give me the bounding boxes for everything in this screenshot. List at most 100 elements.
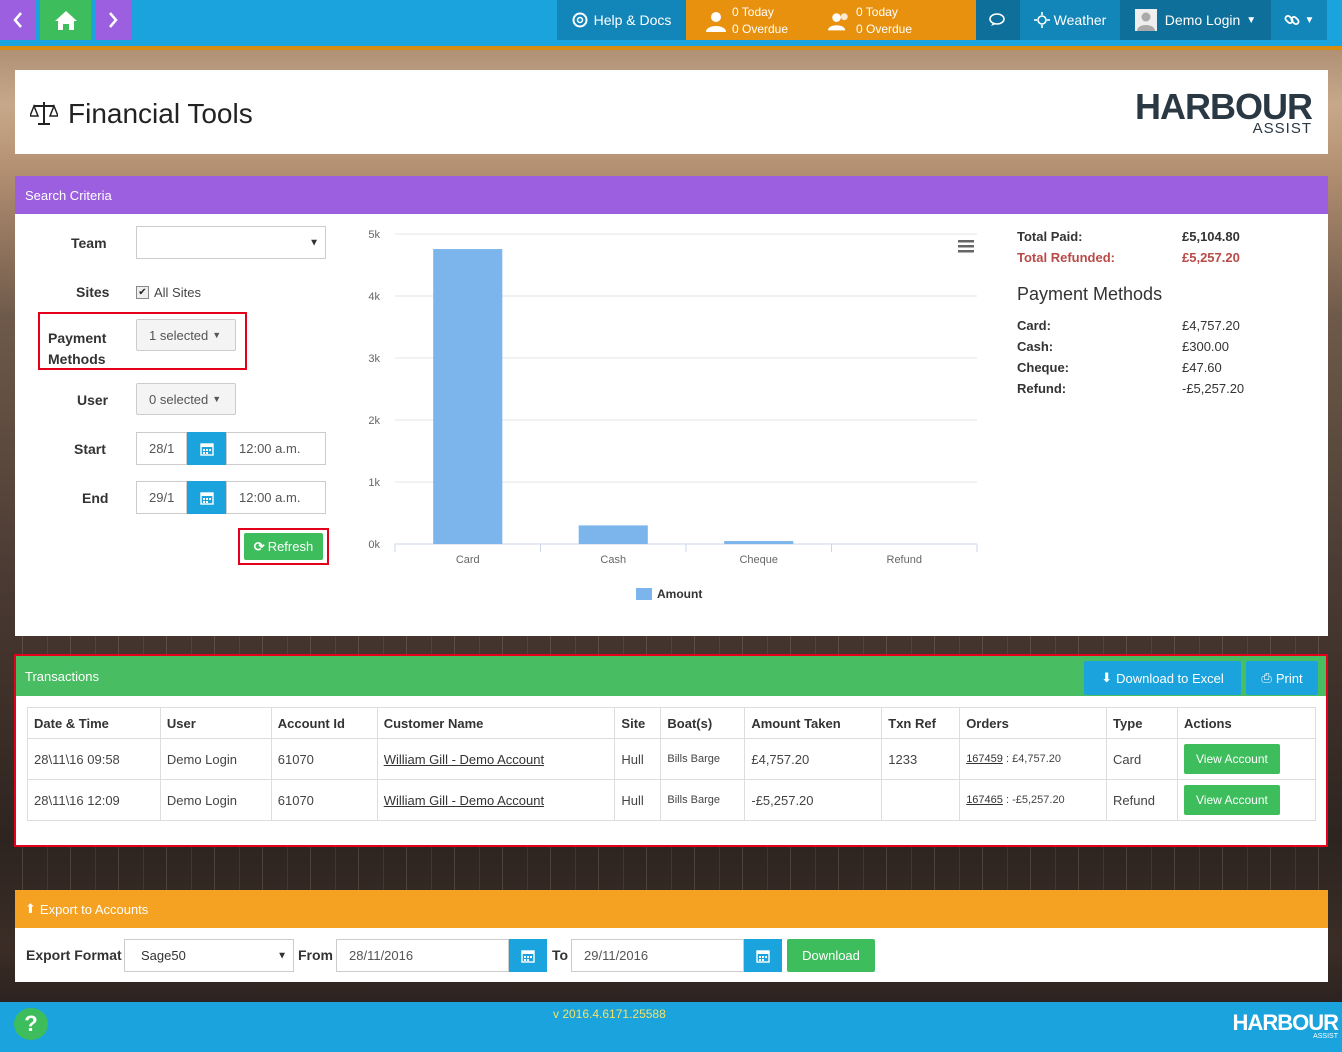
to-label: To [552,947,569,963]
total-refunded-value: £5,257.20 [1182,250,1240,265]
refresh-button[interactable]: ⟳ Refresh [244,533,323,560]
logo-main-text: HARBOUR [1135,86,1313,127]
calendar-icon [199,442,214,456]
caret-down-icon: ▼ [1246,14,1257,26]
refresh-label: Refresh [267,539,314,554]
x-tick-label: Card [456,554,480,566]
caret-down-icon: ▼ [212,394,222,404]
start-time-value: 12:00 a.m. [239,441,301,456]
export-icon: ⬆ [25,901,36,916]
all-sites-option: ✔ All Sites [136,285,201,300]
link-icon [1284,15,1300,25]
bar-card[interactable] [433,249,503,545]
payment-label-line1: Payment [48,330,107,346]
chevron-left-icon [13,12,22,28]
team-select[interactable]: ▼ [136,226,326,259]
legend-label: Amount [657,587,702,601]
payment-label-line2: Methods [48,351,106,367]
from-label: From [298,947,333,963]
method-card-label: Card: [1017,318,1051,333]
end-time-input[interactable]: 12:00 a.m. [226,481,326,514]
calendar-icon [521,949,535,963]
caret-down-icon: ▼ [212,330,222,340]
user-menu[interactable]: Demo Login ▼ [1120,0,1271,40]
method-cheque-value: £47.60 [1182,360,1222,375]
end-time-value: 12:00 a.m. [239,490,301,505]
method-cheque-label: Cheque: [1017,360,1069,375]
balance-scale-icon [30,102,58,125]
sun-icon [1033,12,1050,28]
back-button[interactable] [0,0,36,40]
total-paid-label: Total Paid: [1017,229,1083,244]
bar-cheque[interactable] [724,541,794,544]
total-paid-value: £5,104.80 [1182,229,1240,244]
chat-icon [989,13,1005,26]
from-date-input[interactable]: 28/11/2016 [336,939,509,972]
harbour-logo: HARBOUR ASSIST [1135,86,1313,138]
user-dropdown-value: 0 selected [149,391,209,407]
caret-down-icon: ▼ [309,237,319,248]
team-tasks[interactable]: 0 Today 0 Overdue [828,4,912,38]
chart-legend[interactable]: Amount [636,587,702,601]
payment-methods-dropdown[interactable]: 1 selected ▼ [136,319,236,351]
search-criteria-header: Search Criteria [15,176,1328,214]
export-format-value: Sage50 [141,948,186,963]
to-date-calendar-button[interactable] [744,939,782,972]
payment-chart: 0k 1k 2k 3k 4k 5k Card Cash Cheque Refund Amount [368,229,978,601]
user-label: User [77,392,109,408]
start-date-calendar-button[interactable] [187,432,226,465]
method-card-value: £4,757.20 [1182,318,1240,333]
team-tasks-overdue: 0 Overdue [856,22,913,36]
users-icon [828,13,848,31]
export-title: Export to Accounts [39,901,149,917]
export-download-label: Download [802,948,860,963]
forward-button[interactable] [95,0,131,40]
calendar-icon [756,949,770,963]
method-refund-value: -£5,257.20 [1182,381,1245,396]
y-tick-label: 0k [368,539,380,551]
my-tasks[interactable]: 0 Today 0 Overdue [704,4,788,38]
weather-label: Weather [1053,12,1107,28]
end-date-calendar-button[interactable] [187,481,226,514]
help-chat-button[interactable]: ? [14,1008,48,1040]
links-menu[interactable]: ▼ [1271,0,1327,40]
end-label: End [82,490,109,506]
caret-down-icon: ▼ [277,950,287,961]
method-cash-label: Cash: [1017,339,1054,354]
highlight-transactions [14,654,1328,847]
start-date-input[interactable]: 28/1 [136,432,187,465]
all-sites-checkbox[interactable]: ✔ [136,286,149,299]
help-docs-link[interactable]: Help & Docs [557,0,686,40]
from-date-calendar-button[interactable] [509,939,547,972]
chat-button[interactable] [976,0,1020,40]
bar-cash[interactable] [578,525,648,544]
start-time-input[interactable]: 12:00 a.m. [226,432,326,465]
to-date-input[interactable]: 29/11/2016 [571,939,744,972]
weather-link[interactable]: Weather [1020,0,1120,40]
team-tasks-today: 0 Today [856,5,898,19]
footer-logo: HARBOUR ASSIST [1232,1010,1339,1041]
x-tick-label: Cash [600,554,626,566]
home-icon [54,11,77,30]
y-tick-label: 5k [368,229,380,241]
end-date-input[interactable]: 29/1 [136,481,187,514]
footer-logo-main: HARBOUR [1232,1010,1339,1035]
chevron-right-icon [109,12,118,28]
total-refunded-label: Total Refunded: [1017,250,1115,265]
all-sites-label: All Sites [154,285,201,300]
export-format-select[interactable]: Sage50 ▼ [124,939,294,972]
start-date-value: 28/1 [149,441,175,456]
team-label: Team [71,235,107,251]
x-tick-label: Refund [887,554,922,566]
calendar-icon [199,491,214,505]
chart-menu-icon[interactable] [958,240,974,253]
home-button[interactable] [40,0,91,40]
end-date-value: 29/1 [149,490,175,505]
payment-methods-title: Payment Methods [1017,284,1163,304]
user-dropdown[interactable]: 0 selected ▼ [136,383,236,415]
top-nav: Help & Docs 0 Today 0 Overdue 0 Today 0 Ov… [0,0,1342,50]
export-download-button[interactable]: Download [787,939,875,972]
y-tick-label: 4k [368,291,380,303]
caret-down-icon: ▼ [1304,14,1315,26]
my-tasks-overdue: 0 Overdue [732,22,789,36]
